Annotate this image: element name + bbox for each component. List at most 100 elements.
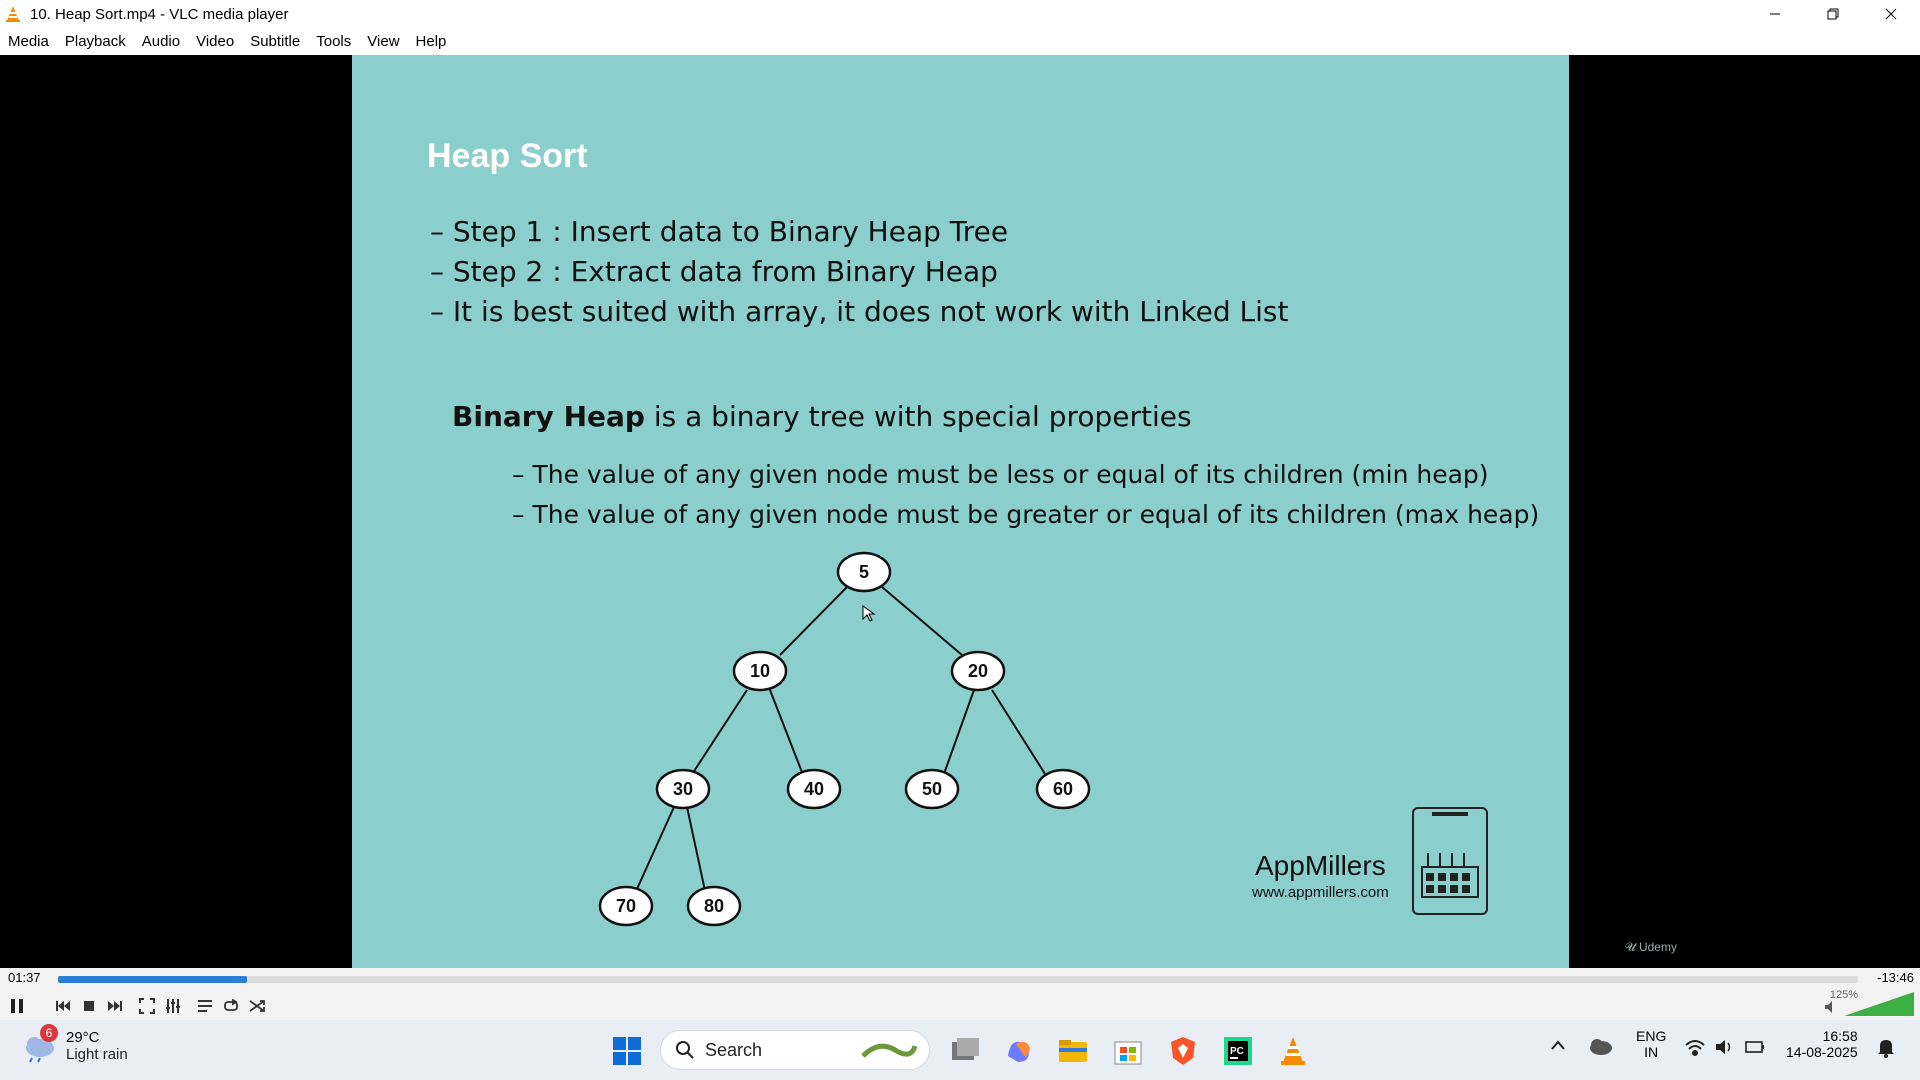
node-label: 10 (750, 661, 770, 681)
edge-30-80 (686, 806, 708, 901)
windows-logo-icon (613, 1037, 641, 1065)
menu-playback[interactable]: Playback (65, 33, 126, 50)
heap-tree-diagram: 5 10 20 30 40 50 60 70 80 (598, 551, 1091, 927)
menu-tools[interactable]: Tools (316, 33, 351, 50)
restore-icon (1827, 8, 1839, 20)
node-label: 50 (922, 779, 942, 799)
clock-date: 14-08-2025 (1786, 1044, 1858, 1060)
taskbar: 6 29°C Light rain Search PC ENG IN 16:58… (0, 1020, 1920, 1080)
shuffle-icon (249, 1000, 265, 1012)
remaining-time: -13:46 (1877, 970, 1914, 985)
minimize-button[interactable] (1746, 0, 1804, 28)
vlc-taskbar-button[interactable] (1276, 1034, 1310, 1068)
vlc-cone-icon (1281, 1037, 1305, 1065)
node-label: 80 (704, 896, 724, 916)
fullscreen-button[interactable] (134, 993, 160, 1019)
brave-browser-button[interactable] (1166, 1034, 1200, 1068)
search-label: Search (705, 1039, 763, 1060)
node-label: 40 (804, 779, 824, 799)
file-explorer-button[interactable] (1056, 1034, 1090, 1068)
notifications-button[interactable] (1876, 1038, 1896, 1061)
weather-badge: 6 (40, 1024, 58, 1042)
network-button[interactable] (1684, 1038, 1706, 1059)
seek-progress (58, 976, 247, 983)
slide-frame: Heap Sort – Step 1 : Insert data to Bina… (352, 55, 1569, 968)
language-indicator[interactable]: ENG IN (1636, 1028, 1666, 1060)
shuffle-button[interactable] (244, 993, 270, 1019)
stop-icon (84, 1001, 94, 1011)
edge-10-40 (769, 689, 808, 786)
playlist-button[interactable] (192, 993, 218, 1019)
close-button[interactable] (1862, 0, 1920, 28)
close-icon (1885, 8, 1897, 20)
node-label: 30 (673, 779, 693, 799)
start-button[interactable] (610, 1034, 644, 1068)
udemy-watermark-text: Udemy (1638, 940, 1677, 954)
task-view-button[interactable] (948, 1034, 982, 1068)
weather-widget[interactable]: 6 29°C Light rain (22, 1024, 128, 1064)
speaker-icon (1716, 1040, 1731, 1054)
node-label: 60 (1053, 779, 1073, 799)
menu-view[interactable]: View (367, 33, 399, 50)
task-view-icon (952, 1038, 979, 1060)
bell-icon (1878, 1040, 1894, 1058)
brand-name: AppMillers (1255, 850, 1386, 881)
menu-media[interactable]: Media (8, 33, 49, 50)
node-label: 20 (968, 661, 988, 681)
speaker-icon (1825, 1001, 1832, 1013)
edge-20-60 (991, 689, 1053, 786)
menu-video[interactable]: Video (196, 33, 234, 50)
folder-icon (1059, 1040, 1087, 1062)
menu-audio[interactable]: Audio (142, 33, 180, 50)
menu-subtitle[interactable]: Subtitle (250, 33, 300, 50)
brand-phone-logo (1412, 807, 1488, 915)
language-code: ENG (1636, 1028, 1667, 1044)
copilot-icon (1008, 1041, 1030, 1062)
svg-text:PC: PC (1230, 1046, 1244, 1057)
playlist-icon (198, 1000, 212, 1012)
extended-settings-button[interactable] (160, 993, 186, 1019)
vlc-cone-icon (6, 6, 20, 22)
menu-help[interactable]: Help (416, 33, 447, 50)
udemy-watermark: 𝓤 Udemy (1625, 940, 1677, 954)
store-button[interactable] (1111, 1034, 1145, 1068)
chevron-up-icon (1551, 1040, 1565, 1050)
node-label: 70 (616, 896, 636, 916)
pause-icon (11, 999, 23, 1013)
battery-button[interactable] (1744, 1038, 1766, 1059)
video-area[interactable]: Heap Sort – Step 1 : Insert data to Bina… (0, 55, 1920, 968)
loop-button[interactable] (218, 993, 244, 1019)
loop-icon (224, 999, 238, 1011)
previous-button[interactable] (50, 993, 76, 1019)
edge-5-20 (881, 586, 963, 656)
temperature: 29°C (66, 1029, 100, 1046)
battery-icon (1745, 1041, 1764, 1053)
next-button[interactable] (102, 993, 128, 1019)
taskbar-search[interactable]: Search (660, 1030, 930, 1070)
show-hidden-icons-button[interactable] (1550, 1038, 1566, 1054)
menu-bar: Media Playback Audio Video Subtitle Tool… (0, 28, 1920, 55)
wifi-icon (1685, 1040, 1705, 1056)
search-highlight-icon (861, 1043, 918, 1058)
edge-20-50 (939, 689, 975, 786)
volume-slider[interactable]: 125% (1824, 988, 1914, 1016)
onedrive-button[interactable] (1588, 1036, 1614, 1059)
edge-30-70 (631, 806, 675, 901)
volume-button[interactable] (1714, 1038, 1736, 1059)
node-label: 5 (859, 562, 869, 582)
brand-block: AppMillers www.appmillers.com (1252, 850, 1389, 901)
clock[interactable]: 16:58 14-08-2025 (1786, 1028, 1858, 1060)
pycharm-button[interactable]: PC (1221, 1034, 1255, 1068)
stop-button[interactable] (76, 993, 102, 1019)
title-bar: 10. Heap Sort.mp4 - VLC media player (0, 0, 1920, 28)
restore-button[interactable] (1804, 0, 1862, 28)
volume-level (1844, 992, 1914, 1016)
brave-lion-icon (1171, 1037, 1195, 1065)
copilot-button[interactable] (1002, 1034, 1036, 1068)
pause-button[interactable] (4, 993, 30, 1019)
seek-bar[interactable] (58, 976, 1858, 983)
player-controls: 01:37 -13:46 125% (0, 968, 1920, 1020)
cloud-icon (1590, 1039, 1612, 1055)
factory-icon (1421, 812, 1479, 898)
pycharm-icon: PC (1224, 1037, 1252, 1065)
